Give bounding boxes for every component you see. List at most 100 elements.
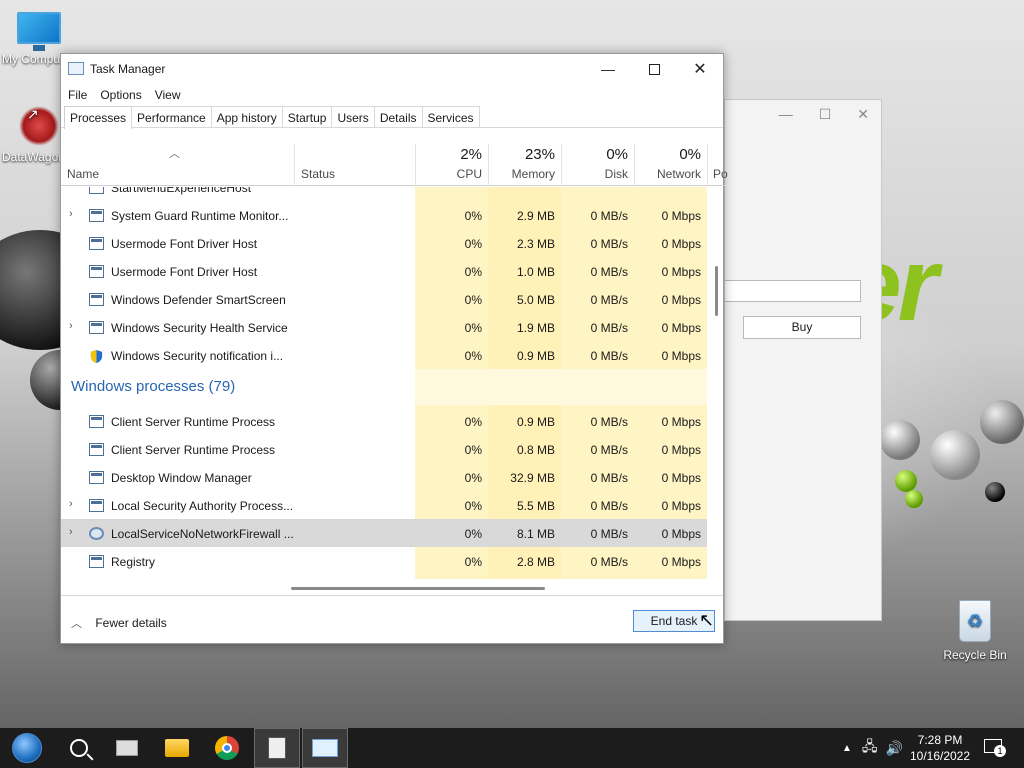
process-disk: 0 MB/s [590,321,628,335]
process-net: 0 Mbps [661,237,701,251]
table-row[interactable]: Client Server Runtime Process 0% 0.8 MB 0 M… [61,435,707,463]
menu-file[interactable]: File [67,84,93,106]
tab-details[interactable]: Details [373,106,423,127]
computer-icon [17,12,61,51]
process-disk: 0 MB/s [590,415,628,429]
table-row[interactable]: › Local Security Authority Process... 0% 5.… [61,491,707,519]
menu-options[interactable]: Options [99,84,147,106]
column-header-name[interactable]: Name [67,167,99,181]
process-name: Windows Security Health Service [111,321,288,335]
task-view-button[interactable] [104,728,150,768]
tab-processes[interactable]: Processes [64,106,133,129]
maximize-icon [648,63,660,75]
tab-startup[interactable]: Startup [281,106,333,127]
menu-view[interactable]: View [154,84,187,106]
desktop-icon-recycle-bin[interactable]: ♻ Recycle Bin [938,600,1012,662]
process-cpu: 0% [464,237,482,251]
start-button[interactable] [4,728,50,768]
volume-icon[interactable]: 🔊 [886,740,903,757]
process-list[interactable]: StartMenuExperienceHost › System Guard Run… [61,187,725,579]
table-row[interactable]: Desktop Window Manager 0% 32.9 MB 0 MB/s 0 M… [61,463,707,491]
vertical-scrollbar[interactable] [715,266,718,316]
column-header-power[interactable]: Po [707,144,728,186]
table-row[interactable]: › LocalServiceNoNetworkFirewall ... 0% 8.1 … [61,519,707,547]
table-row[interactable]: Windows Defender SmartScreen 0% 5.0 MB 0 MB… [61,285,707,313]
wallpaper-orb [905,490,923,508]
task-manager-window[interactable]: Task Manager — ✕ File Options View Proce… [60,53,728,644]
wallpaper-orb [880,420,920,460]
process-mem: 5.0 MB [516,293,555,307]
fewer-details-label: Fewer details [95,616,167,630]
column-header-row: ︿ Name Status 2% CPU 23% Memory 0% Disk … [61,144,728,186]
notepad-app-button[interactable] [254,728,300,768]
show-hidden-icons-icon[interactable]: ▲ [842,743,852,754]
minimize-icon: — [601,61,615,77]
app-icon [89,187,104,194]
process-net: 0 Mbps [661,471,701,485]
chevron-right-icon[interactable]: › [69,320,73,332]
tab-users[interactable]: Users [331,106,375,127]
process-net: 0 Mbps [661,415,701,429]
minimize-icon[interactable]: — [779,106,793,123]
action-center-button[interactable]: 1 [984,736,1008,760]
process-net: 0 Mbps [661,499,701,513]
process-cpu: 0% [464,209,482,223]
process-disk: 0 MB/s [590,555,628,569]
table-row[interactable]: Usermode Font Driver Host 0% 2.3 MB 0 MB/s 0… [61,229,707,257]
table-row[interactable]: Usermode Font Driver Host 0% 1.0 MB 0 MB/s 0… [61,257,707,285]
column-header-disk[interactable]: 0% Disk [561,144,634,186]
process-cpu: 0% [464,415,482,429]
process-mem: 2.8 MB [516,555,555,569]
search-button[interactable] [56,728,102,768]
task-manager-icon [312,739,338,757]
column-header-memory[interactable]: 23% Memory [488,144,561,186]
table-row[interactable]: Windows Security notification i... 0% 0.9 … [61,341,707,369]
buy-button[interactable]: Buy [743,316,861,339]
table-row[interactable]: › System Guard Runtime Monitor... 0% 2.9 MB… [61,201,707,229]
chevron-right-icon[interactable]: › [69,498,73,510]
app-icon [89,209,104,222]
text-field[interactable] [725,280,861,302]
process-mem: 0.9 MB [516,415,555,429]
tab-services[interactable]: Services [421,106,480,127]
table-row[interactable]: StartMenuExperienceHost [61,187,707,201]
chevron-right-icon[interactable]: › [69,526,73,538]
maximize-button[interactable] [631,54,677,84]
table-row[interactable]: Client Server Runtime Process 0% 0.9 MB 0 M… [61,407,707,435]
app-icon [89,555,104,568]
process-net: 0 Mbps [661,443,701,457]
column-header-cpu[interactable]: 2% CPU [415,144,488,186]
maximize-icon[interactable]: ☐ [819,106,832,123]
disk-label: Disk [604,167,628,181]
file-explorer-button[interactable] [154,728,200,768]
close-button[interactable]: ✕ [677,54,723,84]
folder-icon [165,739,189,757]
fewer-details-toggle[interactable]: ︿ Fewer details [71,615,167,631]
wallpaper-orb [895,470,917,492]
process-cpu: 0% [464,527,482,541]
process-mem: 2.9 MB [516,209,555,223]
process-name: LocalServiceNoNetworkFirewall ... [111,527,294,541]
process-disk: 0 MB/s [590,499,628,513]
minimize-button[interactable]: — [585,54,631,84]
chrome-button[interactable] [204,728,250,768]
table-row[interactable]: › Windows Security Health Service 0% 1.9 MB… [61,313,707,341]
group-header-windows-processes[interactable]: Windows processes (79) [61,369,707,405]
process-disk: 0 MB/s [590,527,628,541]
column-header-network[interactable]: 0% Network [634,144,707,186]
task-manager-taskbar-button[interactable] [302,728,348,768]
network-total-percent: 0% [679,146,701,163]
title-bar[interactable]: Task Manager — ✕ [61,54,723,84]
tab-app-history[interactable]: App history [210,106,283,127]
horizontal-scrollbar[interactable] [291,587,545,590]
table-row[interactable]: Registry 0% 2.8 MB 0 MB/s 0 Mbps [61,547,707,575]
tab-performance[interactable]: Performance [131,106,212,127]
close-icon[interactable]: ✕ [857,106,869,123]
background-app-window[interactable]: — ☐ ✕ Buy [724,99,882,621]
chevron-right-icon[interactable]: › [69,208,73,220]
task-view-icon [116,740,138,756]
clock[interactable]: 7:28 PM 10/16/2022 [908,732,972,764]
network-icon[interactable]: 🖧 [862,736,878,760]
column-header-status[interactable]: Status [301,167,335,181]
process-cpu: 0% [464,349,482,363]
